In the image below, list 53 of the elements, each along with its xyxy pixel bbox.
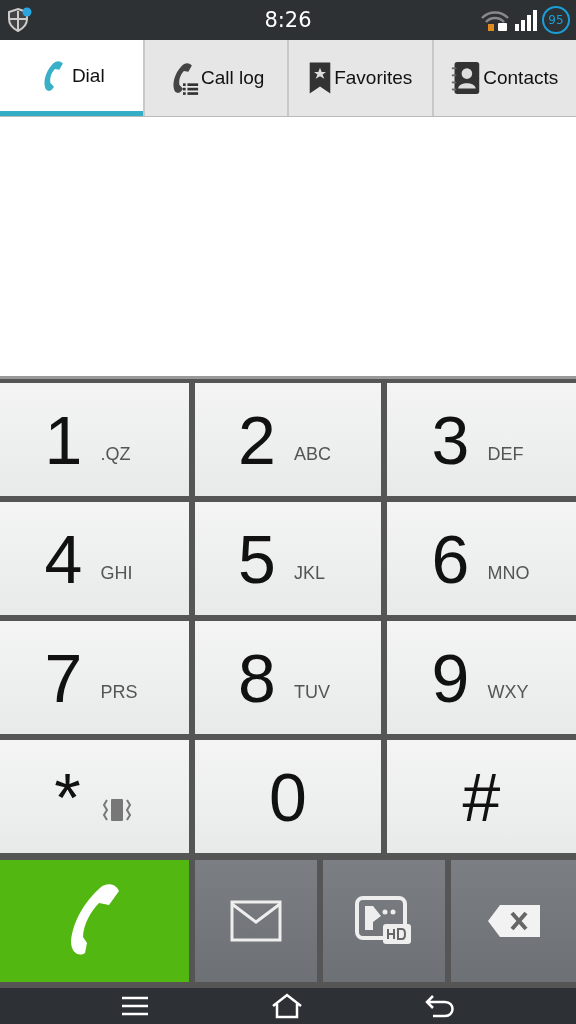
key-digit: 6 xyxy=(431,524,470,593)
key-digit: 9 xyxy=(431,643,470,712)
envelope-icon xyxy=(230,900,282,942)
menu-icon[interactable] xyxy=(121,996,149,1016)
tab[interactable]: Favorites xyxy=(287,40,432,116)
dial-key[interactable]: 2 ABC xyxy=(195,383,381,496)
key-letters: PRS xyxy=(100,682,139,703)
dial-key[interactable]: 5 JKL xyxy=(195,502,381,615)
bookmark-star-icon xyxy=(308,60,333,96)
signal-icon xyxy=(514,8,538,32)
back-icon[interactable] xyxy=(425,994,455,1018)
key-digit: 1 xyxy=(44,405,83,474)
key-letters: ABC xyxy=(293,444,332,465)
dial-key[interactable]: 4 GHI xyxy=(0,502,189,615)
contacts-book-icon xyxy=(451,60,482,96)
key-letters: GHI xyxy=(100,563,134,584)
tab[interactable]: Contacts xyxy=(431,40,576,116)
dial-key[interactable]: 6 MNO xyxy=(387,502,576,615)
key-letters: MNO xyxy=(487,563,531,584)
key-digit: 2 xyxy=(238,405,276,474)
backspace-icon xyxy=(485,903,542,939)
call-button[interactable] xyxy=(0,860,189,982)
dial-key[interactable]: * xyxy=(0,740,189,853)
wifi-icon xyxy=(480,8,510,32)
shield-icon xyxy=(6,7,32,33)
key-digit: 7 xyxy=(44,643,83,712)
backspace-button[interactable] xyxy=(451,860,576,982)
dial-key[interactable]: 8 TUV xyxy=(195,621,381,734)
key-letters: .QZ xyxy=(100,444,132,465)
battery-level: 95 xyxy=(542,6,570,34)
dial-key[interactable]: 3 DEF xyxy=(387,383,576,496)
key-digit: 5 xyxy=(238,524,276,593)
dial-key[interactable]: 1 .QZ xyxy=(0,383,189,496)
dial-key[interactable]: # xyxy=(387,740,576,853)
key-digit: 0 xyxy=(269,762,307,831)
dial-key[interactable]: 0 xyxy=(195,740,381,853)
dial-key[interactable]: 7 PRS xyxy=(0,621,189,734)
key-digit: 8 xyxy=(238,643,276,712)
dial-key[interactable]: 9 WXY xyxy=(387,621,576,734)
key-letters: WXY xyxy=(487,682,530,703)
message-button[interactable] xyxy=(195,860,317,982)
key-digit: 3 xyxy=(431,405,470,474)
key-digit: * xyxy=(54,762,81,831)
video-call-button[interactable] xyxy=(323,860,445,982)
video-call-hd-icon xyxy=(355,896,413,946)
key-letters: DEF xyxy=(487,444,525,465)
key-letters: JKL xyxy=(293,563,326,584)
tab[interactable]: Call log xyxy=(142,40,287,116)
clock: 8:26 xyxy=(264,8,312,32)
key-letters: TUV xyxy=(293,682,331,703)
key-digit: # xyxy=(462,762,501,831)
key-digit: 4 xyxy=(44,524,83,593)
home-icon[interactable] xyxy=(271,993,303,1019)
